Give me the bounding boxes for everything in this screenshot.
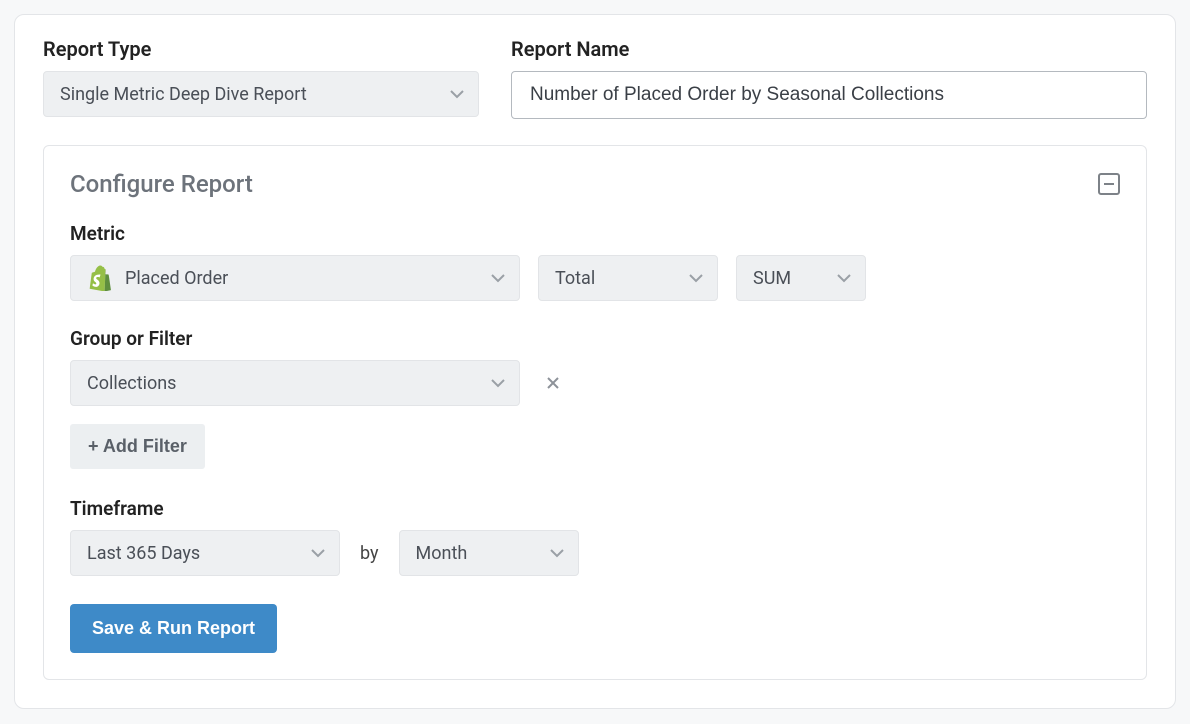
save-run-button[interactable]: Save & Run Report bbox=[70, 604, 277, 653]
total-value: Total bbox=[555, 268, 595, 289]
configure-report-title: Configure Report bbox=[70, 170, 253, 198]
group-filter-dropdown[interactable]: Collections bbox=[70, 360, 520, 406]
metric-value: Placed Order bbox=[125, 268, 228, 289]
report-name-label: Report Name bbox=[511, 37, 1147, 61]
chevron-down-icon bbox=[311, 548, 325, 558]
close-icon bbox=[546, 376, 560, 390]
interval-value: Month bbox=[416, 543, 468, 564]
metric-label: Metric bbox=[70, 222, 1120, 245]
aggregation-dropdown[interactable]: SUM bbox=[736, 255, 866, 301]
remove-filter-button[interactable] bbox=[538, 376, 568, 390]
chevron-down-icon bbox=[550, 548, 564, 558]
report-builder-card: Report Type Single Metric Deep Dive Repo… bbox=[14, 14, 1176, 709]
report-type-value: Single Metric Deep Dive Report bbox=[60, 84, 307, 105]
configure-report-panel: Configure Report Metric Placed Order bbox=[43, 145, 1147, 680]
minus-icon bbox=[1104, 183, 1114, 185]
collapse-button[interactable] bbox=[1098, 173, 1120, 195]
chevron-down-icon bbox=[491, 378, 505, 388]
report-type-label: Report Type bbox=[43, 37, 479, 61]
timeframe-value: Last 365 Days bbox=[87, 543, 200, 564]
report-name-input[interactable] bbox=[511, 71, 1147, 119]
by-label: by bbox=[358, 543, 381, 564]
shopify-icon bbox=[87, 265, 111, 291]
aggregation-value: SUM bbox=[753, 268, 791, 289]
add-filter-button[interactable]: + Add Filter bbox=[70, 424, 205, 469]
chevron-down-icon bbox=[491, 273, 505, 283]
total-dropdown[interactable]: Total bbox=[538, 255, 718, 301]
group-filter-value: Collections bbox=[87, 373, 176, 394]
group-filter-label: Group or Filter bbox=[70, 327, 1120, 350]
timeframe-label: Timeframe bbox=[70, 497, 1120, 520]
metric-dropdown[interactable]: Placed Order bbox=[70, 255, 520, 301]
interval-dropdown[interactable]: Month bbox=[399, 530, 579, 576]
chevron-down-icon bbox=[837, 273, 851, 283]
timeframe-dropdown[interactable]: Last 365 Days bbox=[70, 530, 340, 576]
chevron-down-icon bbox=[689, 273, 703, 283]
report-type-dropdown[interactable]: Single Metric Deep Dive Report bbox=[43, 71, 479, 117]
chevron-down-icon bbox=[450, 89, 464, 99]
